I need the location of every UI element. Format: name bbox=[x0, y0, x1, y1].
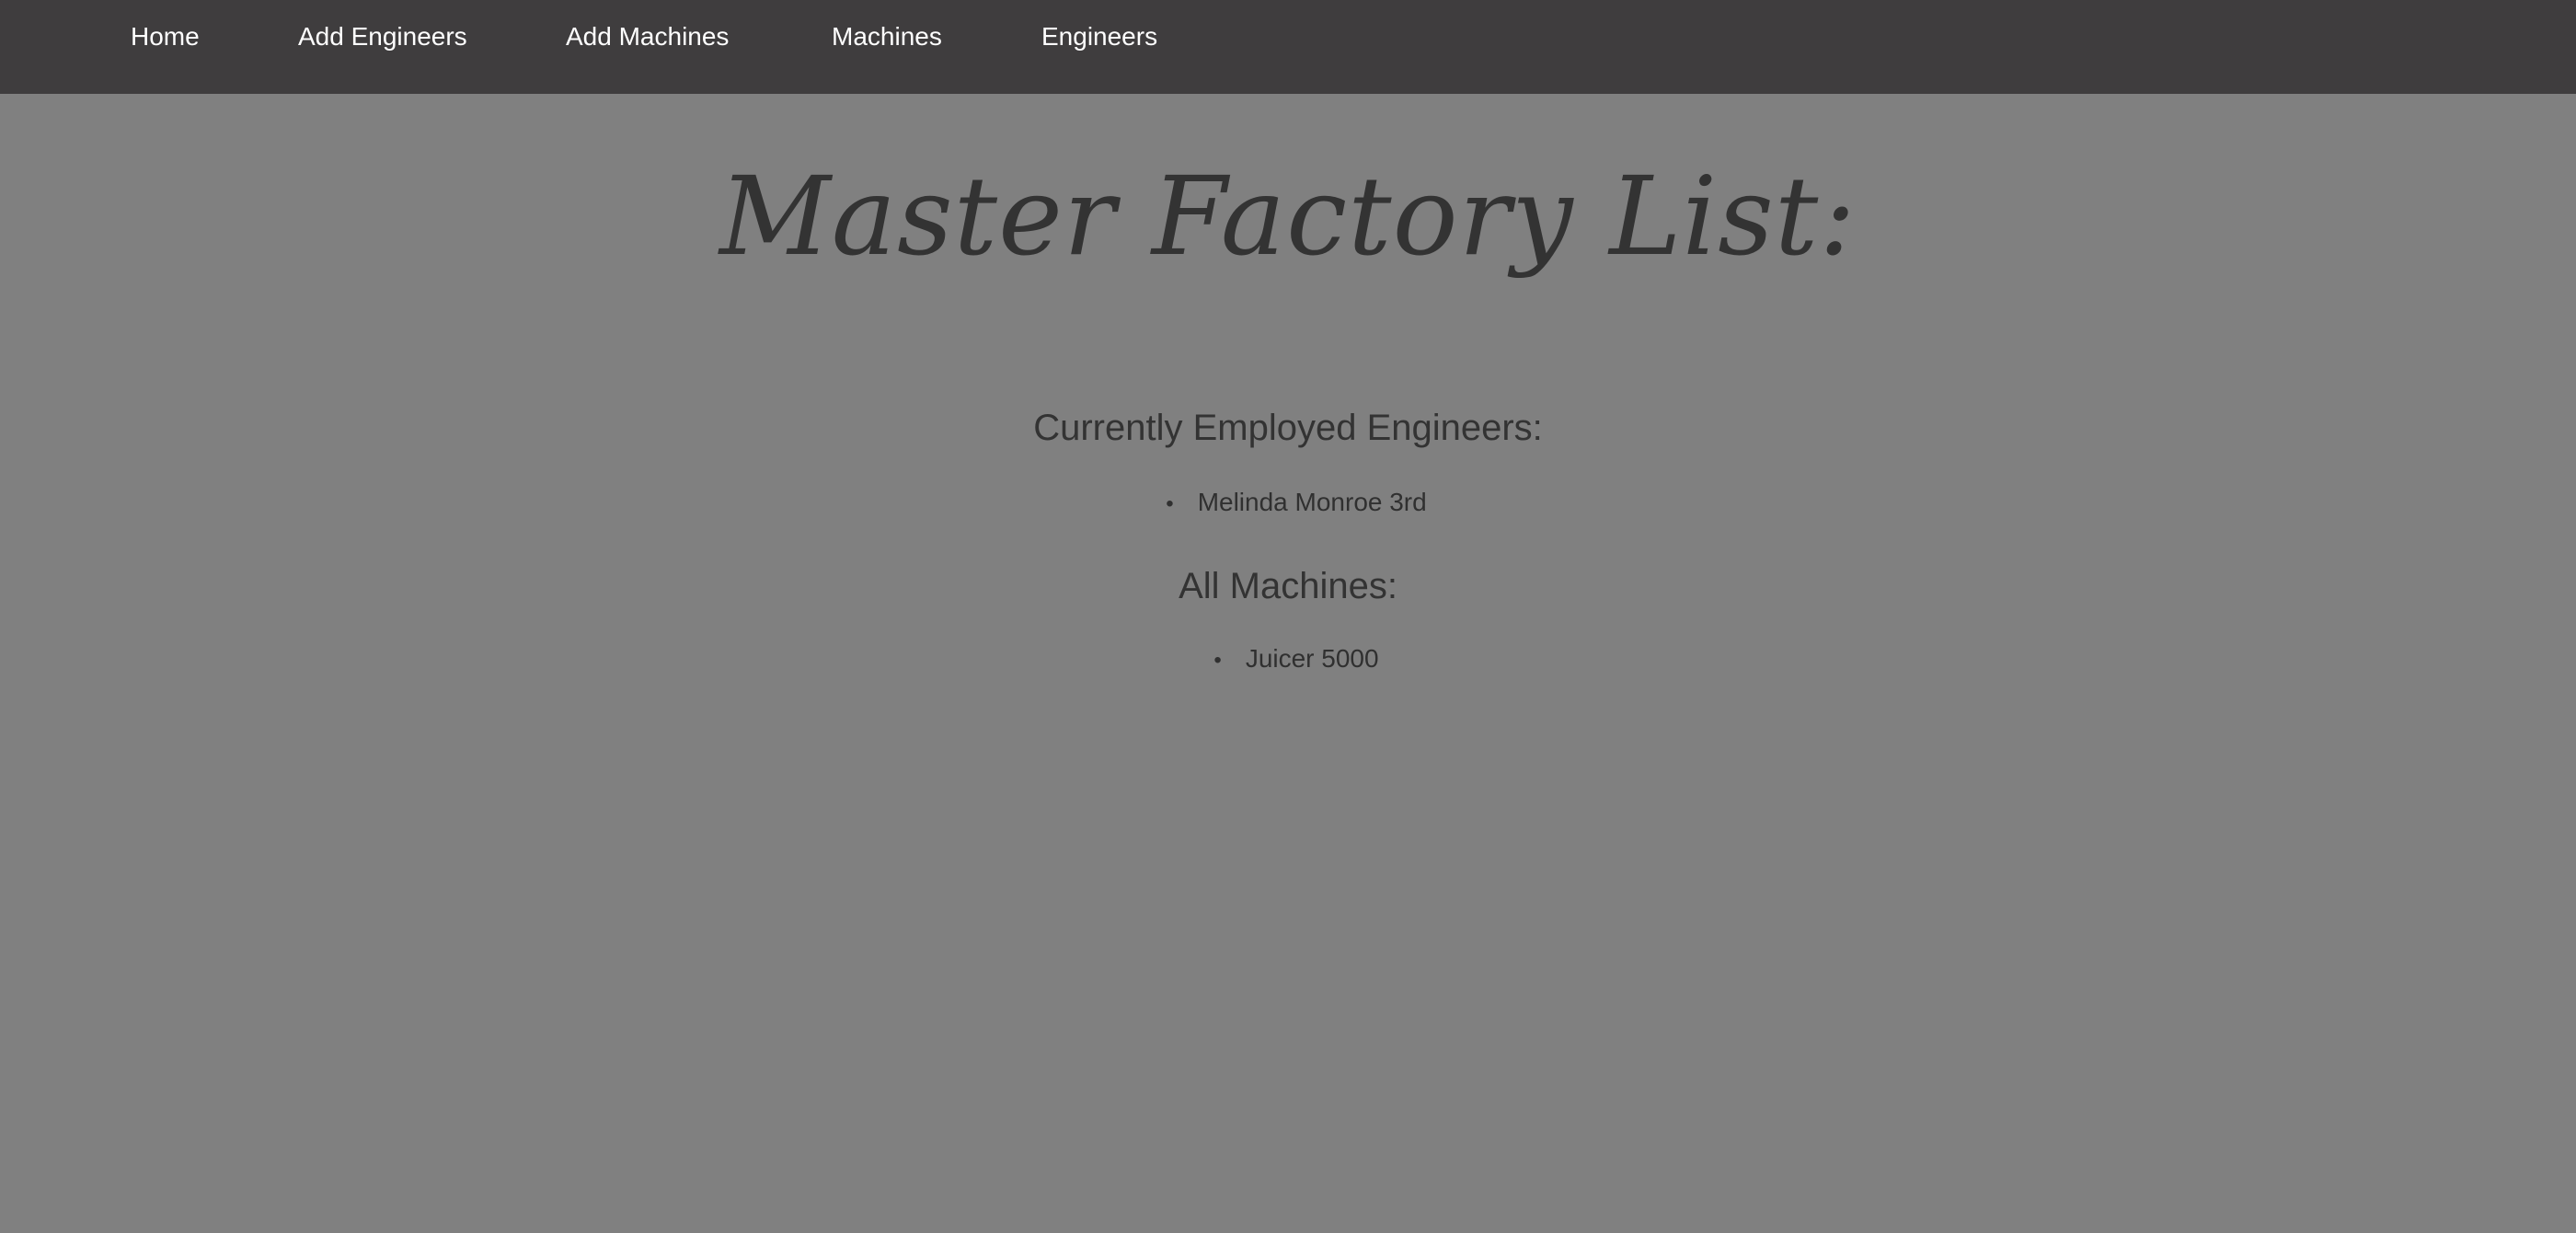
bullet-icon: • bbox=[1213, 648, 1222, 673]
nav-link-engineers[interactable]: Engineers bbox=[1041, 18, 1157, 55]
nav-link-add-engineers[interactable]: Add Engineers bbox=[298, 18, 467, 55]
machine-name: Juicer 5000 bbox=[1245, 644, 1379, 673]
nav-link-home[interactable]: Home bbox=[131, 18, 200, 55]
machine-list-item[interactable]: • Juicer 5000 bbox=[0, 640, 2576, 679]
top-navbar: Home Add Engineers Add Machines Machines… bbox=[0, 0, 2576, 94]
nav-link-machines[interactable]: Machines bbox=[832, 18, 942, 55]
machines-heading: All Machines: bbox=[1179, 566, 1397, 606]
bullet-icon: • bbox=[1166, 491, 1174, 516]
nav-link-add-machines[interactable]: Add Machines bbox=[566, 18, 729, 55]
engineer-list-item[interactable]: • Melinda Monroe 3rd bbox=[0, 484, 2576, 523]
engineer-name: Melinda Monroe 3rd bbox=[1197, 488, 1427, 516]
engineers-heading: Currently Employed Engineers: bbox=[1033, 408, 1543, 448]
page-title: Master Factory List: bbox=[719, 153, 1857, 280]
